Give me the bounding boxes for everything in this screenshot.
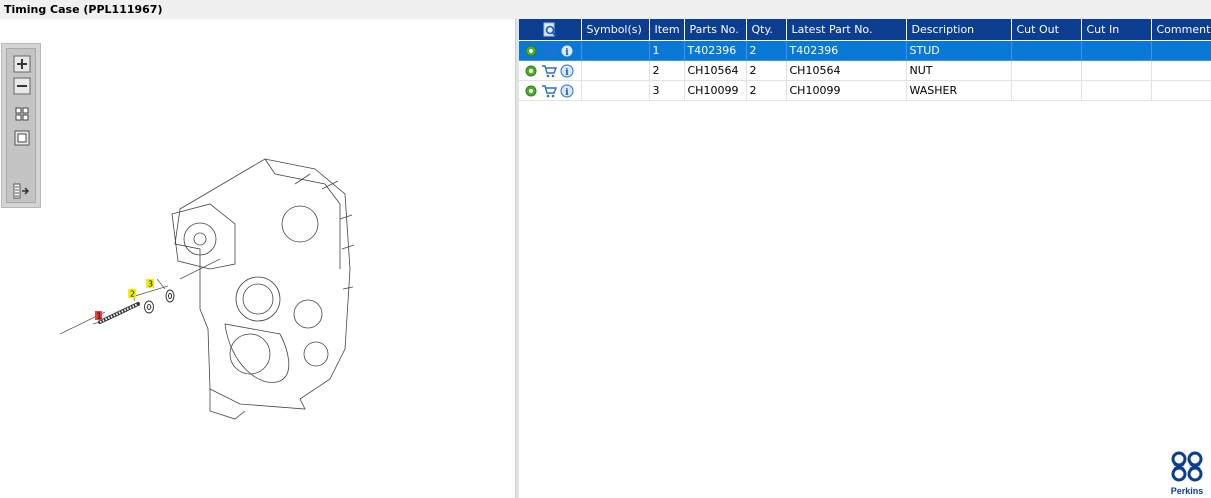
- gear-icon[interactable]: [524, 84, 538, 98]
- grid-icon: [15, 107, 29, 121]
- search-document-icon: [543, 22, 557, 37]
- callout-1[interactable]: 1: [95, 311, 102, 321]
- cell-comment: [1151, 60, 1211, 81]
- cell-symbols: [581, 40, 650, 61]
- column-header-parts-no[interactable]: Parts No.: [684, 19, 747, 41]
- cell-latest-part-no: CH10099: [786, 80, 907, 101]
- toggle-list-button[interactable]: [13, 182, 31, 200]
- gear-icon[interactable]: [524, 44, 538, 58]
- cell-qty: 2: [746, 60, 787, 81]
- list-arrow-icon: [13, 183, 30, 199]
- cell-cut-out: [1011, 40, 1082, 61]
- cell-qty: 2: [746, 80, 787, 101]
- column-header-cut-in[interactable]: Cut In: [1081, 19, 1152, 41]
- exploded-parts-diagram: 1 2 3: [60, 158, 355, 420]
- column-header-qty[interactable]: Qty.: [746, 19, 787, 41]
- info-icon[interactable]: i: [560, 64, 574, 78]
- gear-icon[interactable]: [524, 64, 538, 78]
- cell-qty: 2: [746, 40, 787, 61]
- cell-comment: [1151, 40, 1211, 61]
- svg-text:i: i: [565, 68, 569, 78]
- column-header-symbols[interactable]: Symbol(s): [581, 19, 650, 41]
- callout-3[interactable]: 3: [146, 279, 154, 289]
- cart-icon[interactable]: [541, 44, 557, 58]
- info-icon[interactable]: i: [560, 84, 574, 98]
- table-row[interactable]: i 1 T402396 2 T402396 STUD: [519, 40, 1211, 61]
- cell-description: STUD: [906, 40, 1012, 61]
- cell-symbols: [581, 80, 650, 101]
- svg-text:i: i: [565, 48, 569, 58]
- perkins-logo: Perkins: [1166, 450, 1208, 496]
- column-header-description[interactable]: Description: [906, 19, 1012, 41]
- cell-symbols: [581, 60, 650, 81]
- washer-part: [165, 289, 175, 303]
- brand-name: Perkins: [1170, 486, 1204, 496]
- cell-item: 3: [649, 80, 685, 101]
- perkins-logo-icon: [1171, 451, 1203, 482]
- fit-all-button[interactable]: [13, 105, 31, 123]
- cell-cut-in: [1081, 60, 1152, 81]
- window-title: Timing Case (PPL111967): [0, 0, 1211, 19]
- cell-parts-no: T402396: [684, 40, 747, 61]
- cell-item: 1: [649, 40, 685, 61]
- zoom-out-icon: [13, 77, 31, 95]
- cell-latest-part-no: CH10564: [786, 60, 907, 81]
- zoom-out-button[interactable]: [13, 77, 31, 95]
- callout-3-label: 3: [148, 280, 153, 289]
- cart-icon[interactable]: [541, 64, 557, 78]
- square-icon: [14, 130, 30, 146]
- column-header-item[interactable]: Item: [649, 19, 685, 41]
- cell-parts-no: CH10564: [684, 60, 747, 81]
- callout-1-label: 1: [97, 312, 102, 321]
- cell-latest-part-no: T402396: [786, 40, 907, 61]
- nut-part: [144, 300, 154, 314]
- cell-cut-in: [1081, 40, 1152, 61]
- column-header-cut-out[interactable]: Cut Out: [1011, 19, 1082, 41]
- cell-description: WASHER: [906, 80, 1012, 101]
- info-icon[interactable]: i: [560, 44, 574, 58]
- column-header-comment[interactable]: Comment: [1151, 19, 1211, 41]
- zoom-in-button[interactable]: [13, 55, 31, 73]
- table-row[interactable]: i 3 CH10099 2 CH10099 WASHER: [519, 80, 1211, 101]
- fit-window-button[interactable]: [13, 129, 31, 147]
- table-header-row: Symbol(s) Item Parts No. Qty. Latest Par…: [519, 19, 1211, 41]
- svg-text:i: i: [565, 88, 569, 98]
- column-header-latest-part-no[interactable]: Latest Part No.: [786, 19, 907, 41]
- cell-cut-in: [1081, 80, 1152, 101]
- cell-comment: [1151, 80, 1211, 101]
- cell-description: NUT: [906, 60, 1012, 81]
- callout-2-label: 2: [130, 290, 135, 299]
- stud-part: [98, 302, 140, 324]
- header-icon-cell[interactable]: [519, 19, 582, 41]
- cell-item: 2: [649, 60, 685, 81]
- cell-cut-out: [1011, 80, 1082, 101]
- callout-2[interactable]: 2: [128, 289, 136, 299]
- zoom-in-icon: [13, 55, 31, 73]
- parts-list-pane: Symbol(s) Item Parts No. Qty. Latest Par…: [519, 19, 1211, 498]
- parts-table: Symbol(s) Item Parts No. Qty. Latest Par…: [519, 19, 1211, 101]
- cell-cut-out: [1011, 60, 1082, 81]
- table-row[interactable]: i 2 CH10564 2 CH10564 NUT: [519, 60, 1211, 81]
- cart-icon[interactable]: [541, 84, 557, 98]
- viewer-toolbar: [1, 43, 41, 208]
- cell-parts-no: CH10099: [684, 80, 747, 101]
- illustration-pane[interactable]: 1 2 3: [0, 19, 515, 498]
